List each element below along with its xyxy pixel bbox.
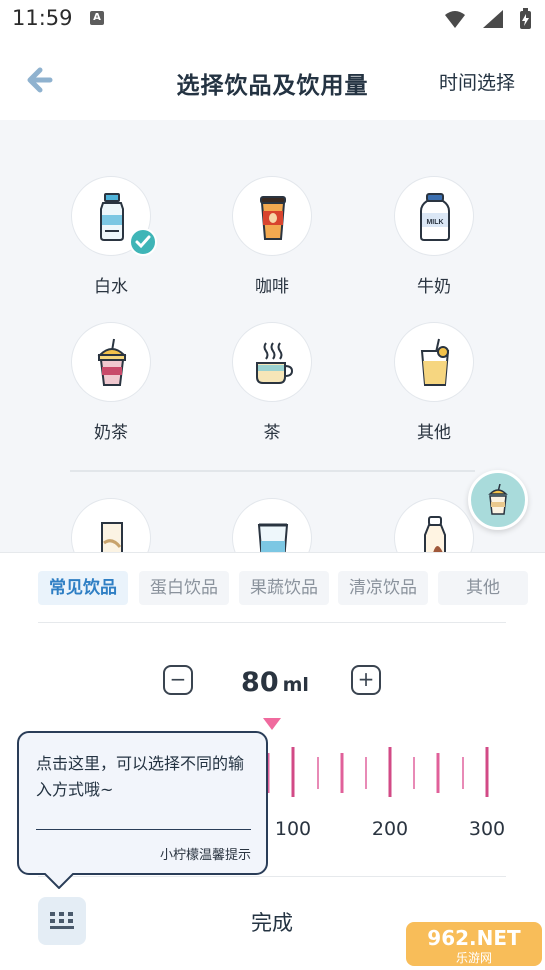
drink-icon-circle: MILK xyxy=(394,176,474,256)
milk-tea-icon xyxy=(488,484,508,515)
amount-value: 80 xyxy=(241,667,279,698)
tab-fruit-veg-drinks[interactable]: 果蔬饮品 xyxy=(239,571,329,605)
svg-text:乐游网: 乐游网 xyxy=(456,951,492,965)
tooltip-text: 点击这里，可以选择不同的输入方式哦~ xyxy=(36,754,245,799)
increase-button[interactable]: + xyxy=(351,665,381,695)
section-divider xyxy=(70,470,475,472)
tab-protein-drinks[interactable]: 蛋白饮品 xyxy=(139,571,229,605)
tab-cool-drinks[interactable]: 清凉饮品 xyxy=(338,571,428,605)
drink-item-tea[interactable]: 茶 xyxy=(222,322,322,452)
glass-icon xyxy=(257,523,289,552)
amount-display: 80 ml xyxy=(225,667,325,698)
notification-icon: A xyxy=(90,11,104,25)
drink-item-milk-tea[interactable]: 奶茶 xyxy=(61,322,161,452)
tooltip-arrow xyxy=(44,873,74,889)
header: 选择饮品及饮用量 时间选择 xyxy=(0,40,545,120)
drink-label: 茶 xyxy=(263,423,281,443)
drink-item-water[interactable]: 白水 xyxy=(61,176,161,306)
ruler-label: 300 xyxy=(468,818,506,840)
category-tabs: 常见饮品 蛋白饮品 果蔬饮品 清凉饮品 其他 xyxy=(38,571,530,605)
drink-item-milk[interactable]: MILK 牛奶 xyxy=(384,176,484,306)
status-time: 11:59 xyxy=(12,6,73,30)
bottle-icon xyxy=(424,516,446,552)
svg-text:962.NET: 962.NET xyxy=(427,926,521,950)
site-watermark-logo: 962.NET 乐游网 xyxy=(406,922,542,966)
drink-label: 咖啡 xyxy=(255,277,289,297)
selected-check-icon xyxy=(129,228,157,256)
wifi-icon xyxy=(445,11,465,28)
input-mode-button[interactable] xyxy=(38,897,86,945)
floating-drink-button[interactable] xyxy=(468,470,528,530)
drink-item-coffee[interactable]: 咖啡 xyxy=(222,176,322,306)
tea-cup-icon xyxy=(256,342,294,384)
drink-item-other[interactable]: 其他 xyxy=(384,322,484,452)
drink-icon-circle xyxy=(394,322,474,402)
water-bottle-icon xyxy=(100,193,124,241)
done-button[interactable]: 完成 xyxy=(222,907,322,937)
amount-unit: ml xyxy=(282,674,309,696)
drink-label: 白水 xyxy=(94,277,128,297)
ruler-label: 100 xyxy=(274,818,312,840)
drink-item-glass[interactable] xyxy=(222,498,322,552)
drink-label: 奶茶 xyxy=(94,423,128,443)
keyboard-icon xyxy=(50,912,74,929)
milk-carton-icon xyxy=(101,522,123,552)
tabs-divider xyxy=(38,622,506,623)
tooltip-signature: 小柠檬温馨提示 xyxy=(159,848,251,863)
ruler-pointer-icon xyxy=(263,718,281,730)
drink-icon-circle xyxy=(232,498,312,552)
signal-icon xyxy=(483,10,503,28)
coffee-cup-icon xyxy=(260,196,286,240)
ruler-label: 200 xyxy=(371,818,409,840)
status-bar: 11:59 A xyxy=(0,0,545,40)
drink-grid: 白水 咖啡 MILK 牛奶 奶茶 茶 其他 xyxy=(0,120,545,552)
drink-label: 其他 xyxy=(417,423,451,443)
svg-text:MILK: MILK xyxy=(426,219,443,226)
footer-divider xyxy=(38,876,506,877)
drink-icon-circle xyxy=(71,498,151,552)
drink-icon-circle xyxy=(232,176,312,256)
drink-icon-circle xyxy=(394,498,474,552)
drink-item-milk-carton[interactable] xyxy=(61,498,161,552)
drink-icon-circle xyxy=(71,322,151,402)
drink-label: 牛奶 xyxy=(417,277,451,297)
tip-tooltip: 点击这里，可以选择不同的输入方式哦~ 小柠檬温馨提示 xyxy=(17,731,268,875)
tab-common-drinks[interactable]: 常见饮品 xyxy=(38,571,128,605)
tooltip-divider xyxy=(36,829,251,830)
time-select-button[interactable]: 时间选择 xyxy=(439,68,515,95)
drink-icon-circle xyxy=(232,322,312,402)
system-status-icons xyxy=(445,8,531,29)
drink-glass-icon xyxy=(420,338,450,386)
tab-other[interactable]: 其他 xyxy=(438,571,528,605)
milk-tea-icon xyxy=(97,338,127,386)
decrease-button[interactable]: − xyxy=(163,665,193,695)
milk-bottle-icon: MILK xyxy=(420,193,450,241)
